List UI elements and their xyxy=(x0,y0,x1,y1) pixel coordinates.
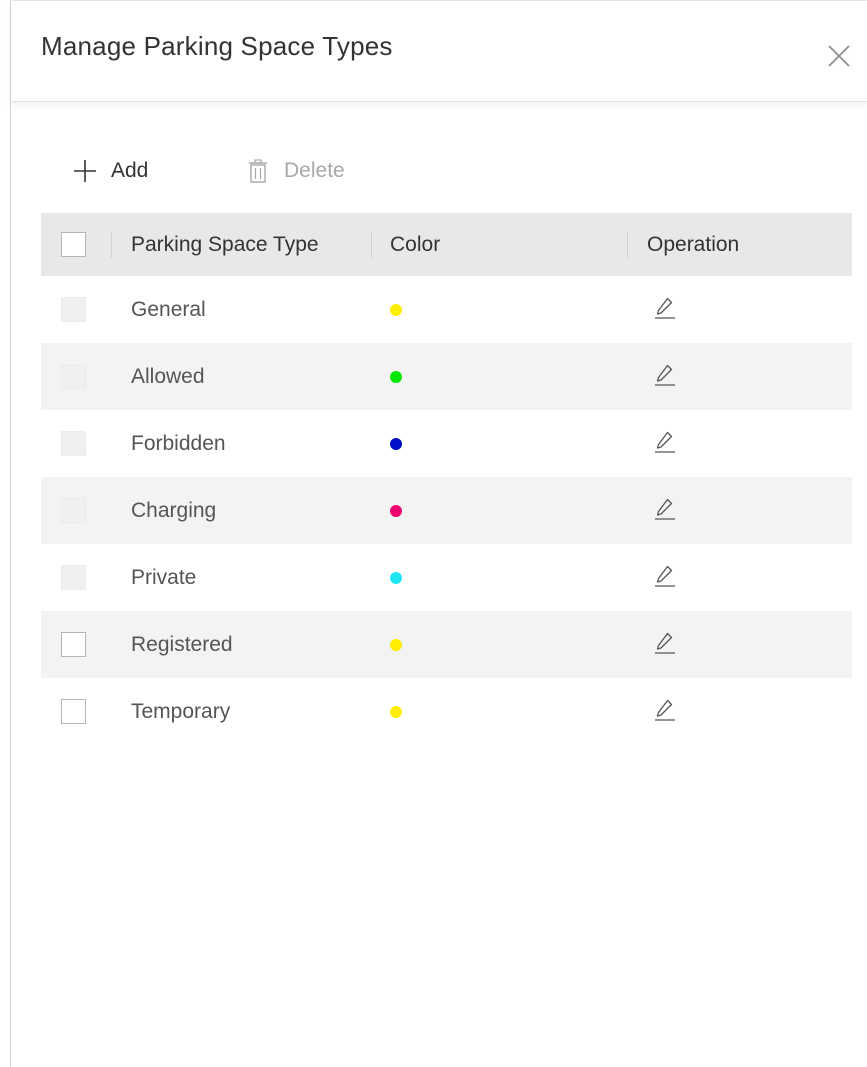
table-row: Registered xyxy=(41,611,852,678)
edit-button[interactable] xyxy=(651,495,679,523)
edit-pencil-icon xyxy=(655,364,675,386)
edit-button[interactable] xyxy=(651,428,679,456)
row-checkbox[interactable] xyxy=(61,632,86,657)
table-row: Allowed xyxy=(41,343,852,410)
row-checkbox xyxy=(61,565,86,590)
row-checkbox xyxy=(61,431,86,456)
parking-space-type-name: Private xyxy=(131,565,197,589)
delete-button[interactable]: Delete xyxy=(246,151,345,191)
column-header-color: Color xyxy=(390,232,441,256)
color-swatch xyxy=(390,572,402,584)
edit-pencil-icon xyxy=(655,498,675,520)
row-checkbox xyxy=(61,297,86,322)
table-row: Temporary xyxy=(41,678,852,745)
delete-button-label: Delete xyxy=(284,159,345,182)
edit-pencil-icon xyxy=(655,565,675,587)
dialog-title: Manage Parking Space Types xyxy=(41,31,393,61)
table-row: Charging xyxy=(41,477,852,544)
row-checkbox[interactable] xyxy=(61,699,86,724)
manage-parking-space-types-dialog: Manage Parking Space Types Add Delete Pa… xyxy=(10,0,867,1067)
plus-icon xyxy=(74,160,96,182)
table-row: Private xyxy=(41,544,852,611)
edit-pencil-icon xyxy=(655,699,675,721)
edit-button[interactable] xyxy=(651,294,679,322)
edit-button[interactable] xyxy=(651,629,679,657)
color-swatch xyxy=(390,639,402,651)
color-swatch xyxy=(390,304,402,316)
parking-space-type-name: Allowed xyxy=(131,364,205,388)
parking-space-type-name: Forbidden xyxy=(131,431,226,455)
parking-space-types-table: Parking Space Type Color Operation Gener… xyxy=(41,213,852,745)
edit-button[interactable] xyxy=(651,361,679,389)
edit-pencil-icon xyxy=(655,431,675,453)
close-button[interactable] xyxy=(824,41,854,71)
column-header-operation: Operation xyxy=(647,232,740,256)
toolbar: Add Delete xyxy=(41,151,441,191)
row-checkbox xyxy=(61,498,86,523)
parking-space-type-name: Charging xyxy=(131,498,217,522)
trash-icon xyxy=(249,159,267,183)
color-swatch xyxy=(390,438,402,450)
add-button-label: Add xyxy=(111,159,149,182)
color-swatch xyxy=(390,505,402,517)
table-body: General Allowed Forbidden Charging Private Re… xyxy=(41,276,852,745)
edit-pencil-icon xyxy=(655,632,675,654)
color-swatch xyxy=(390,371,402,383)
select-all-checkbox[interactable] xyxy=(61,232,86,257)
edit-button[interactable] xyxy=(651,562,679,590)
column-divider xyxy=(627,232,628,258)
edit-button[interactable] xyxy=(651,696,679,724)
close-icon xyxy=(828,45,850,67)
parking-space-type-name: Temporary xyxy=(131,699,231,723)
dialog-header: Manage Parking Space Types xyxy=(11,1,867,102)
column-divider xyxy=(111,232,112,258)
table-header: Parking Space Type Color Operation xyxy=(41,213,852,276)
column-header-parking-space-type: Parking Space Type xyxy=(131,232,319,256)
table-row: Forbidden xyxy=(41,410,852,477)
column-divider xyxy=(371,232,372,258)
parking-space-type-name: Registered xyxy=(131,632,233,656)
row-checkbox xyxy=(61,364,86,389)
color-swatch xyxy=(390,706,402,718)
edit-pencil-icon xyxy=(655,297,675,319)
table-row: General xyxy=(41,276,852,343)
parking-space-type-name: General xyxy=(131,297,206,321)
add-button[interactable]: Add xyxy=(73,151,148,191)
